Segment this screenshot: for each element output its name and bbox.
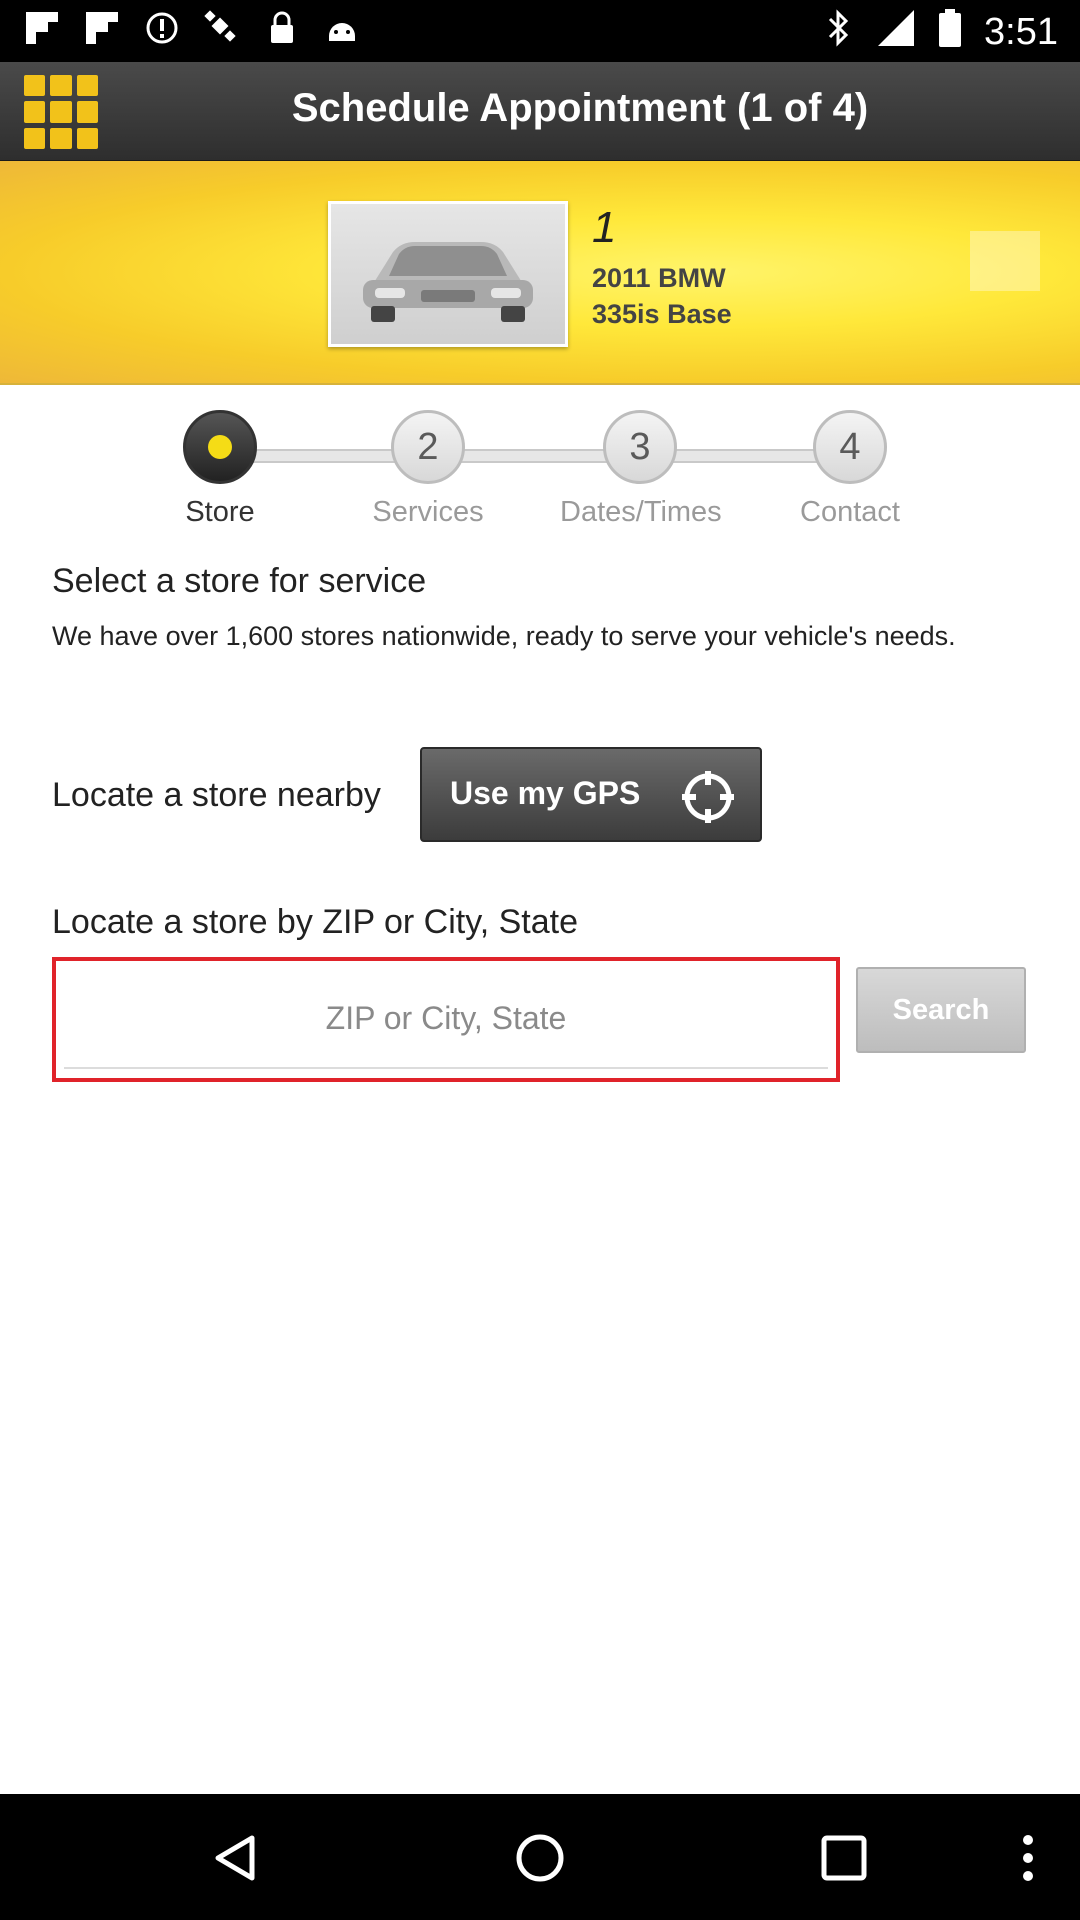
zip-input[interactable] [64,969,828,1069]
vehicle-model: 335is Base [592,299,732,329]
vehicle-banner: 1 2011 BMW 335is Base [0,161,1080,385]
step-dates-times: 3 Dates/Times [560,410,722,529]
battery-icon [938,8,962,57]
step-label: Services [372,496,484,528]
step-number: 4 [813,410,887,484]
section-heading: Select a store for service [52,562,427,600]
recents-icon[interactable] [818,1832,870,1884]
step-contact: 4 Contact [770,410,930,529]
vehicle-number: 1 [592,203,617,252]
car-thumbnail [328,201,568,347]
crosshair-icon [682,771,734,823]
step-connector [220,449,850,463]
step-number: 3 [603,410,677,484]
status-bar: 3:51 [0,0,1080,62]
overflow-menu-icon[interactable] [1010,1832,1046,1884]
section-description: We have over 1,600 stores nationwide, re… [52,621,956,651]
step-progress: Store 2 Services 3 Dates/Times 4 Contact [0,410,1080,540]
step-label: Dates/Times [560,496,722,528]
step-number: 2 [391,410,465,484]
flipboard-icon [22,10,62,50]
status-time: 3:51 [984,11,1058,53]
lock-icon [262,10,302,50]
use-gps-button[interactable]: Use my GPS [420,747,762,842]
bluetooth-icon [824,8,854,57]
step-indicator [183,410,257,484]
step-services: 2 Services [348,410,508,529]
step-label: Contact [800,496,900,528]
zip-label: Locate a store by ZIP or City, State [52,903,578,941]
step-label: Store [185,496,255,528]
home-icon[interactable] [514,1832,566,1884]
back-icon[interactable] [210,1832,262,1884]
title-bar: Schedule Appointment (1 of 4) [0,62,1080,162]
nearby-label: Locate a store nearby [52,776,381,814]
vehicle-year-make: 2011 BMW [592,263,726,293]
navigation-bar [0,1794,1080,1920]
signal-icon [876,8,916,57]
search-button[interactable]: Search [856,967,1026,1053]
zip-field-container [52,957,840,1082]
notification-icons [22,10,362,50]
gps-button-label: Use my GPS [450,775,641,811]
flipboard-icon [82,10,122,50]
alert-circle-icon [142,10,182,50]
satellite-icon [202,10,242,50]
android-icon [322,10,362,50]
car-icon [363,242,533,322]
page-title: Schedule Appointment (1 of 4) [291,86,869,130]
step-store: Store [140,410,300,529]
